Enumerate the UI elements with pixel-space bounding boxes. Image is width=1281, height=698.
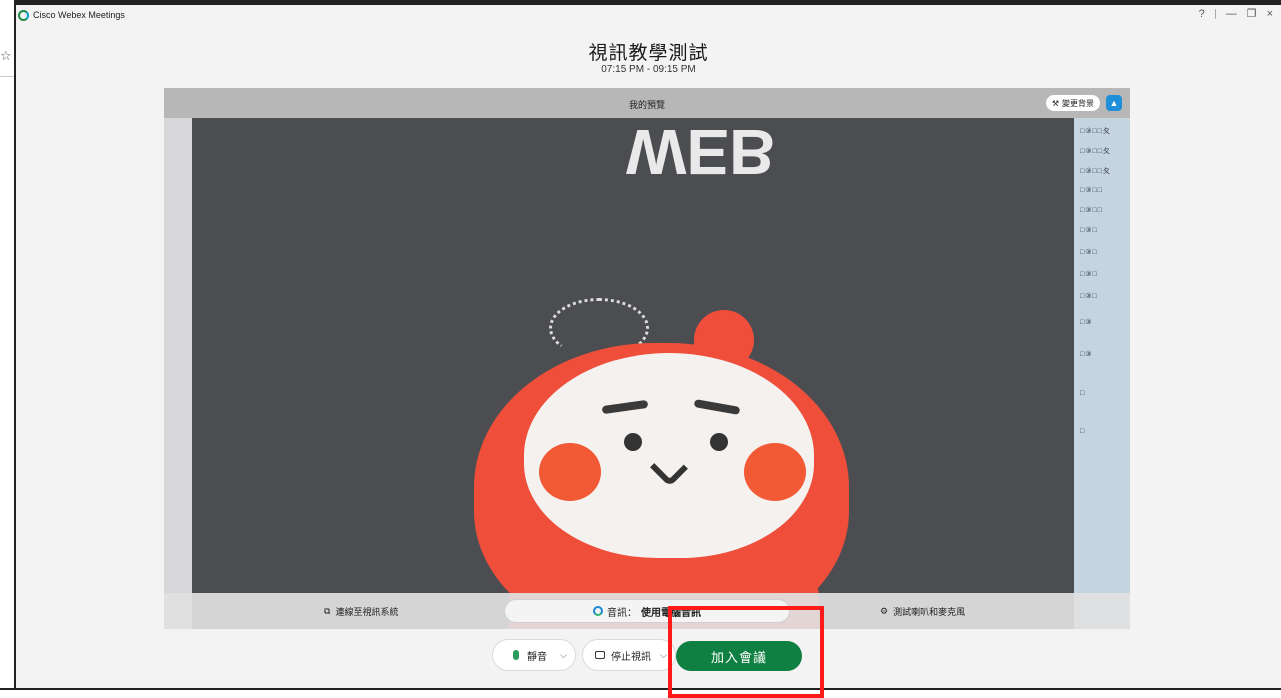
stop-video-button[interactable]: 停止視訊 ⌵ — [582, 639, 676, 671]
scene-wordmark: WEB — [626, 116, 776, 188]
connect-video-system-button[interactable]: ⧉ 連線至視訊系統 — [324, 605, 398, 618]
meeting-title: 視訊教學測試 — [588, 43, 709, 64]
webex-logo-icon — [18, 9, 29, 21]
plush-cheek — [744, 443, 806, 501]
video-preview: WEB □③□□夂 □③□□夂 □③□□夂 □③□□ □③□□ □③□ □③□ … — [164, 88, 1130, 629]
magic-wand-icon: ⚒ — [1051, 98, 1059, 108]
scene-paper-row: □③□□夂 — [1080, 148, 1111, 155]
scene-paper-row: □③ — [1080, 351, 1093, 358]
chevron-down-icon[interactable]: ⌵ — [560, 650, 567, 661]
mute-label: 靜音 — [527, 651, 547, 663]
meeting-time: 07:15 PM - 09:15 PM — [601, 64, 696, 75]
change-background-label: 變更背景 — [1062, 98, 1094, 108]
plush-eye — [710, 433, 728, 451]
browser-edge: ☆ — [0, 0, 16, 690]
camera-icon — [595, 651, 605, 659]
divider — [0, 76, 14, 77]
mute-button[interactable]: 靜音 ⌵ — [492, 639, 576, 671]
restore-icon[interactable]: ❐ — [1247, 8, 1257, 20]
stop-video-label: 停止視訊 — [611, 651, 651, 663]
webex-window: Cisco Webex Meetings ? — ❐ × 視訊教學測試 07:1… — [16, 5, 1281, 688]
minimize-icon[interactable]: — — [1226, 8, 1237, 20]
cast-icon: ⧉ — [324, 606, 331, 616]
divider — [1214, 9, 1216, 19]
app-title: Cisco Webex Meetings — [33, 10, 125, 20]
plush-cheek — [539, 443, 601, 501]
scene-paper-row: □ — [1080, 428, 1086, 435]
title-bar: Cisco Webex Meetings ? — ❐ × — [16, 5, 1281, 25]
preview-footer: ⧉ 連線至視訊系統 音訊： 使用電腦音訊 ⚙ 測試喇叭和麥克風 — [164, 593, 1130, 629]
scene-paper-row: □③□□夂 — [1080, 168, 1111, 175]
test-speaker-mic-label: 測試喇叭和麥克風 — [893, 607, 966, 617]
plush-eye — [624, 433, 642, 451]
background-effect-icon[interactable]: ▲ — [1106, 95, 1122, 111]
close-icon[interactable]: × — [1267, 8, 1273, 20]
preview-header: 我的預覽 ⚒ 變更背景 ▲ — [164, 88, 1130, 118]
scene-paper-row: □③ — [1080, 319, 1093, 326]
change-background-button[interactable]: ⚒ 變更背景 — [1045, 95, 1100, 111]
scene-paper-row: □③□ — [1080, 271, 1098, 278]
microphone-icon — [513, 650, 519, 660]
connect-video-system-label: 連線至視訊系統 — [335, 607, 399, 617]
scene-paper: □③□□夂 □③□□夂 □③□□夂 □③□□ □③□□ □③□ □③□ □③□ … — [1074, 118, 1130, 629]
screen: ☆ Cisco Webex Meetings ? — ❐ × 視訊教學測試 07… — [0, 0, 1281, 698]
help-icon[interactable]: ? — [1199, 8, 1205, 20]
window-controls: ? — ❐ × — [1199, 8, 1273, 20]
chevron-down-icon[interactable]: ⌵ — [660, 650, 667, 661]
audio-prefix: 音訊： — [607, 607, 637, 619]
scene-paper-row: □③□ — [1080, 293, 1098, 300]
scene-paper-row: □ — [1080, 390, 1086, 397]
scene-wall — [164, 118, 192, 629]
scene-paper-row: □③□□ — [1080, 187, 1103, 194]
scene-paper-row: □③□□夂 — [1080, 128, 1111, 135]
bookmark-star-icon[interactable]: ☆ — [0, 48, 12, 64]
headset-icon — [593, 606, 603, 616]
scene-paper-row: □③□ — [1080, 249, 1098, 256]
bottom-border — [0, 688, 1281, 690]
scene-paper-row: □③□□ — [1080, 207, 1103, 214]
preview-label: 我的預覽 — [628, 100, 665, 110]
highlight-box — [668, 606, 824, 698]
scene-paper-row: □③□ — [1080, 227, 1098, 234]
gear-icon: ⚙ — [880, 606, 889, 616]
test-speaker-mic-button[interactable]: ⚙ 測試喇叭和麥克風 — [880, 605, 965, 618]
